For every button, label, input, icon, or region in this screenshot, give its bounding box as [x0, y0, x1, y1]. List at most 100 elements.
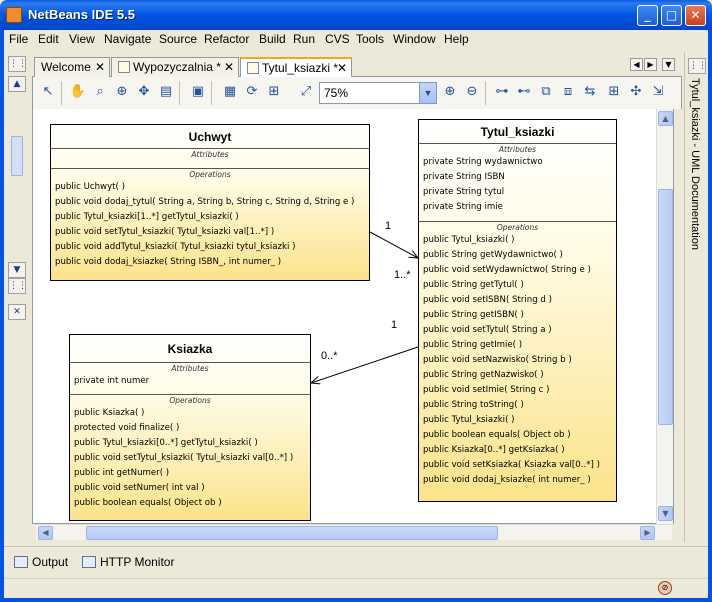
tab-list-dropdown-icon[interactable]: ▼ [662, 58, 675, 71]
menu-window[interactable]: Window [393, 32, 436, 46]
close-tab-icon[interactable]: ✕ [224, 60, 234, 74]
horizontal-scrollbar[interactable]: ◀ ▶ [36, 524, 672, 540]
scroll-tabs-left-icon[interactable]: ◀ [630, 58, 643, 71]
menu-navigate[interactable]: Navigate [104, 32, 151, 46]
dock-grip-icon[interactable]: ⋮⋮ [8, 278, 27, 294]
export-image-icon[interactable]: ▦ [221, 83, 239, 101]
navigate-link-icon[interactable]: ✥ [135, 83, 153, 101]
zoom-out-icon[interactable]: ⊖ [463, 83, 481, 101]
scroll-right-icon[interactable]: ▶ [640, 526, 655, 540]
scroll-up-icon[interactable]: ▲ [8, 76, 26, 92]
zoom-marquee-icon[interactable]: ⌕ [91, 83, 109, 101]
vertical-scroll-thumb[interactable] [658, 189, 673, 425]
operation-row[interactable]: public void setWydawnictwo( String e ) [419, 263, 616, 278]
menu-edit[interactable]: Edit [38, 32, 59, 46]
scroll-tabs-right-icon[interactable]: ▶ [644, 58, 657, 71]
operation-row[interactable]: public String getNazwisko( ) [419, 368, 616, 383]
layout-options-icon[interactable]: ⇲ [649, 83, 667, 101]
association-uchwyt-tytul[interactable] [369, 231, 418, 258]
operation-row[interactable]: public boolean equals( Object ob ) [70, 496, 310, 511]
attribute-row[interactable]: private String wydawnictwo [419, 155, 616, 170]
operation-row[interactable]: public void addTytul_ksiazki( Tytul_ksia… [51, 240, 369, 255]
menu-view[interactable]: View [69, 32, 95, 46]
sequence-layout-icon[interactable]: ⇆ [581, 83, 599, 101]
dock-grip-icon[interactable]: ⋮⋮ [688, 58, 707, 74]
operation-row[interactable]: public void setTytul_ksiazki( Tytul_ksia… [70, 451, 310, 466]
zoom-in-icon[interactable]: ⊕ [441, 83, 459, 101]
class-ksiazka[interactable]: Ksiazka Attributes private int numer Ope… [69, 334, 311, 521]
operation-row[interactable]: public String getISBN( ) [419, 308, 616, 323]
close-button[interactable]: ✕ [685, 5, 706, 26]
attribute-row[interactable]: private int numer [70, 374, 310, 389]
vertical-scrollbar[interactable]: ▲ ▼ [656, 109, 673, 524]
diagram-canvas[interactable]: Uchwyt Attributes Operations public Uchw… [32, 109, 674, 524]
operation-row[interactable]: public void setNumer( int val ) [70, 481, 310, 496]
operation-row[interactable]: public Tytul_ksiazki[0..*] getTytul_ksia… [70, 436, 310, 451]
attribute-row[interactable]: private String ISBN [419, 170, 616, 185]
operation-row[interactable]: public void dodaj_tytul( String a, Strin… [51, 195, 369, 210]
maximize-button[interactable]: □ [661, 5, 682, 26]
menu-help[interactable]: Help [444, 32, 469, 46]
scroll-up-icon[interactable]: ▲ [658, 111, 673, 126]
operation-row[interactable]: public boolean equals( Object ob ) [419, 428, 616, 443]
operation-row[interactable]: public Ksiazka[0..*] getKsiazka( ) [419, 443, 616, 458]
menu-cvs[interactable]: CVS [325, 32, 350, 46]
tab-welcome[interactable]: Welcome ✕ [34, 57, 110, 77]
grid-icon[interactable]: ⊞ [605, 83, 623, 101]
zoom-level-select[interactable]: 75% ▼ [319, 82, 437, 104]
select-pointer-icon[interactable]: ↖ [39, 83, 57, 101]
hierarchical-layout-icon[interactable]: ⊶ [493, 83, 511, 101]
operation-row[interactable]: public void setTytul_ksiazki( Tytul_ksia… [51, 225, 369, 240]
orthogonal-layout-icon[interactable]: ⊷ [515, 83, 533, 101]
incremental-layout-icon[interactable]: ⧈ [559, 83, 577, 101]
move-elements-icon[interactable]: ✣ [627, 83, 645, 101]
output-tab[interactable]: Output [14, 555, 68, 569]
interactive-zoom-icon[interactable]: ⊕ [113, 83, 131, 101]
operation-row[interactable]: public Uchwyt( ) [51, 180, 369, 195]
class-tytul-ksiazki[interactable]: Tytul_ksiazki Attributes private String … [418, 119, 617, 502]
attribute-row[interactable]: private String imie [419, 200, 616, 215]
attribute-row[interactable]: private String tytul [419, 185, 616, 200]
menu-source[interactable]: Source [159, 32, 197, 46]
operation-row[interactable]: protected void finalize( ) [70, 421, 310, 436]
operation-row[interactable]: public Tytul_ksiazki( ) [419, 413, 616, 428]
operation-row[interactable]: public Tytul_ksiazki[1..*] getTytul_ksia… [51, 210, 369, 225]
class-uchwyt[interactable]: Uchwyt Attributes Operations public Uchw… [50, 124, 370, 281]
operation-row[interactable]: public void setISBN( String d ) [419, 293, 616, 308]
close-tab-icon[interactable]: ✕ [337, 61, 347, 75]
operation-row[interactable]: public int getNumer( ) [70, 466, 310, 481]
minimize-button[interactable]: _ [637, 5, 658, 26]
scroll-left-icon[interactable]: ◀ [38, 526, 53, 540]
dock-grip-icon[interactable]: ⋮⋮ [8, 56, 27, 72]
operation-row[interactable]: public String getImie( ) [419, 338, 616, 353]
fit-to-window-icon[interactable]: ⤢ [297, 83, 315, 101]
tab-tytul-ksiazki[interactable]: Tytul_ksiazki * ✕ [240, 57, 352, 78]
symmetric-layout-icon[interactable]: ⧉ [537, 83, 555, 101]
scroll-down-icon[interactable]: ▼ [8, 262, 26, 278]
chevron-down-icon[interactable]: ▼ [419, 83, 436, 103]
menu-build[interactable]: Build [259, 32, 286, 46]
overview-icon[interactable]: ▤ [157, 83, 175, 101]
operation-row[interactable]: public void setNazwisko( String b ) [419, 353, 616, 368]
http-monitor-tab[interactable]: HTTP Monitor [82, 555, 174, 569]
operation-row[interactable]: public String toString( ) [419, 398, 616, 413]
operation-row[interactable]: public void setTytul( String a ) [419, 323, 616, 338]
pan-hand-icon[interactable]: ✋ [69, 83, 87, 101]
close-tab-icon[interactable]: ✕ [95, 60, 105, 74]
dock-scroll-thumb[interactable] [11, 136, 23, 176]
menu-tools[interactable]: Tools [356, 32, 384, 46]
operation-row[interactable]: public void setImie( String c ) [419, 383, 616, 398]
horizontal-scroll-thumb[interactable] [86, 526, 498, 540]
menu-run[interactable]: Run [293, 32, 315, 46]
operation-row[interactable]: public String getTytul( ) [419, 278, 616, 293]
operation-row[interactable]: public Ksiazka( ) [70, 406, 310, 421]
fit-window-icon[interactable]: ▣ [189, 83, 207, 101]
operation-row[interactable]: public void dodaj_ksiazke( int numer_ ) [419, 473, 616, 488]
tab-wypozyczalnia[interactable]: Wypozyczalnia * ✕ [111, 57, 239, 77]
close-palette-icon[interactable]: ✕ [8, 304, 26, 320]
operation-row[interactable]: public void dodaj_ksiazke( String ISBN_,… [51, 255, 369, 270]
sync-element-icon[interactable]: ⟳ [243, 83, 261, 101]
menu-file[interactable]: File [9, 32, 28, 46]
relationship-discovery-icon[interactable]: ⊞ [265, 83, 283, 101]
menu-refactor[interactable]: Refactor [204, 32, 249, 46]
